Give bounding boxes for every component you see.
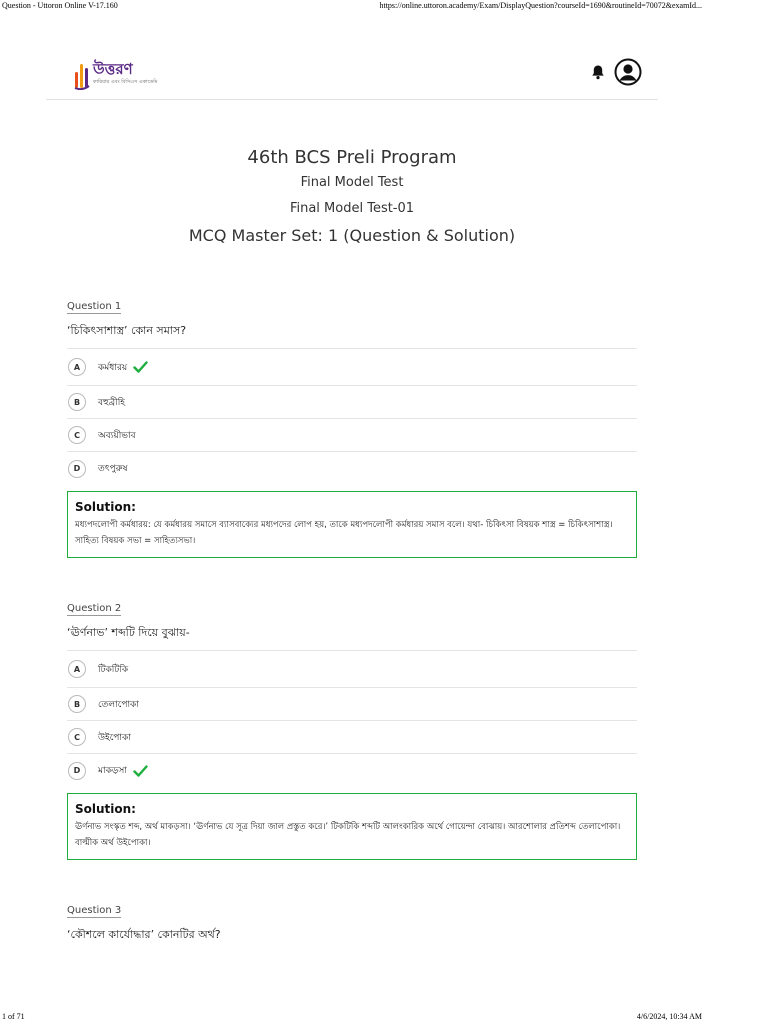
option-letter: D: [68, 459, 86, 478]
option-text: কর্মধারয়: [98, 362, 128, 373]
question-card: Question 1 ‘চিকিৎসাশাস্ত্র’ কোন সমাস? A …: [67, 294, 637, 558]
solution-text: ঊর্ণনাভ সংস্কৃত শব্দ, অর্থ মাকড়সা। ‘ঊর্…: [75, 822, 621, 848]
question-card: Question 2 ‘ঊর্ণনাভ’ শব্দটি দিয়ে বুঝায়…: [67, 596, 637, 860]
exam-title-block: 46th BCS Preli Program Final Model Test …: [0, 144, 704, 248]
option-letter: D: [68, 761, 86, 780]
solution-title: Solution:: [75, 500, 136, 514]
option-text: অব্যয়ীভাব: [98, 430, 136, 441]
check-icon: [133, 764, 148, 777]
bell-icon[interactable]: [590, 64, 606, 80]
solution-box: Solution: ঊর্ণনাভ সংস্কৃত শব্দ, অর্থ মাক…: [67, 793, 637, 860]
question-text: ‘চিকিৎসাশাস্ত্র’ কোন সমাস?: [67, 323, 637, 349]
print-page-title: Question - Uttoron Online V-17.160: [2, 1, 118, 10]
uttoron-logo[interactable]: উত্তরণ কারিয়ার এবং বিসিএস একাডেমি: [74, 56, 157, 92]
program-title: 46th BCS Preli Program: [247, 147, 457, 168]
set-title: MCQ Master Set: 1 (Question & Solution): [188, 226, 516, 245]
question-text: ‘কৌশলে কার্যোদ্ধার’ কোনটির অর্থ?: [67, 928, 221, 941]
option-c[interactable]: C উইপোকা: [67, 721, 637, 754]
question-card: Question 3 ‘কৌশলে কার্যোদ্ধার’ কোনটির অর…: [67, 898, 637, 952]
print-header: Question - Uttoron Online V-17.160 https…: [0, 0, 768, 14]
option-letter: C: [68, 426, 86, 444]
test-name: Final Model Test-01: [289, 201, 415, 216]
option-letter: B: [68, 393, 86, 411]
question-label: Question 1: [67, 301, 122, 314]
option-text: তৎপুরুষ: [98, 464, 128, 474]
question-label: Question 2: [67, 603, 122, 616]
print-datetime: 4/6/2024, 10:34 AM: [636, 1012, 702, 1021]
option-d[interactable]: D তৎপুরুষ: [67, 452, 637, 485]
option-letter: A: [68, 358, 86, 376]
option-a[interactable]: A কর্মধারয়: [67, 349, 637, 386]
option-letter: A: [68, 660, 86, 678]
logo-tagline: কারিয়ার এবং বিসিএস একাডেমি: [93, 79, 158, 85]
option-text: উইপোকা: [98, 732, 131, 743]
option-b[interactable]: B তেলাপোকা: [67, 688, 637, 721]
print-url: https://online.uttoron.academy/Exam/Disp…: [379, 1, 702, 10]
solution-text: মধ্যপদলোপী কর্মধারয়: যে কর্মধারয় সমাসে…: [75, 520, 613, 546]
option-d[interactable]: D মাকড়সা: [67, 754, 637, 787]
option-text: বহুব্রীহি: [98, 397, 126, 408]
option-a[interactable]: A টিকটিকি: [67, 651, 637, 688]
print-footer: 1 of 71 4/6/2024, 10:34 AM: [0, 1010, 768, 1024]
check-icon: [133, 361, 148, 373]
option-text: মাকড়সা: [98, 766, 127, 776]
print-page-number: 1 of 71: [2, 1012, 25, 1021]
top-navbar: উত্তরণ কারিয়ার এবং বিসিএস একাডেমি: [46, 52, 658, 100]
option-letter: C: [68, 728, 86, 746]
option-b[interactable]: B বহুব্রীহি: [67, 386, 637, 419]
option-text: তেলাপোকা: [98, 699, 139, 710]
test-type: Final Model Test: [300, 175, 404, 190]
solution-title: Solution:: [75, 802, 136, 816]
option-c[interactable]: C অব্যয়ীভাব: [67, 419, 637, 452]
question-text: ‘ঊর্ণনাভ’ শব্দটি দিয়ে বুঝায়-: [67, 625, 637, 651]
user-icon[interactable]: [614, 58, 642, 86]
option-letter: B: [68, 695, 86, 713]
logo-name: উত্তরণ: [93, 60, 133, 78]
option-text: টিকটিকি: [98, 664, 129, 675]
solution-box: Solution: মধ্যপদলোপী কর্মধারয়: যে কর্মধ…: [67, 491, 637, 558]
logo-mark-icon: [74, 64, 90, 90]
question-label: Question 3: [67, 905, 122, 918]
